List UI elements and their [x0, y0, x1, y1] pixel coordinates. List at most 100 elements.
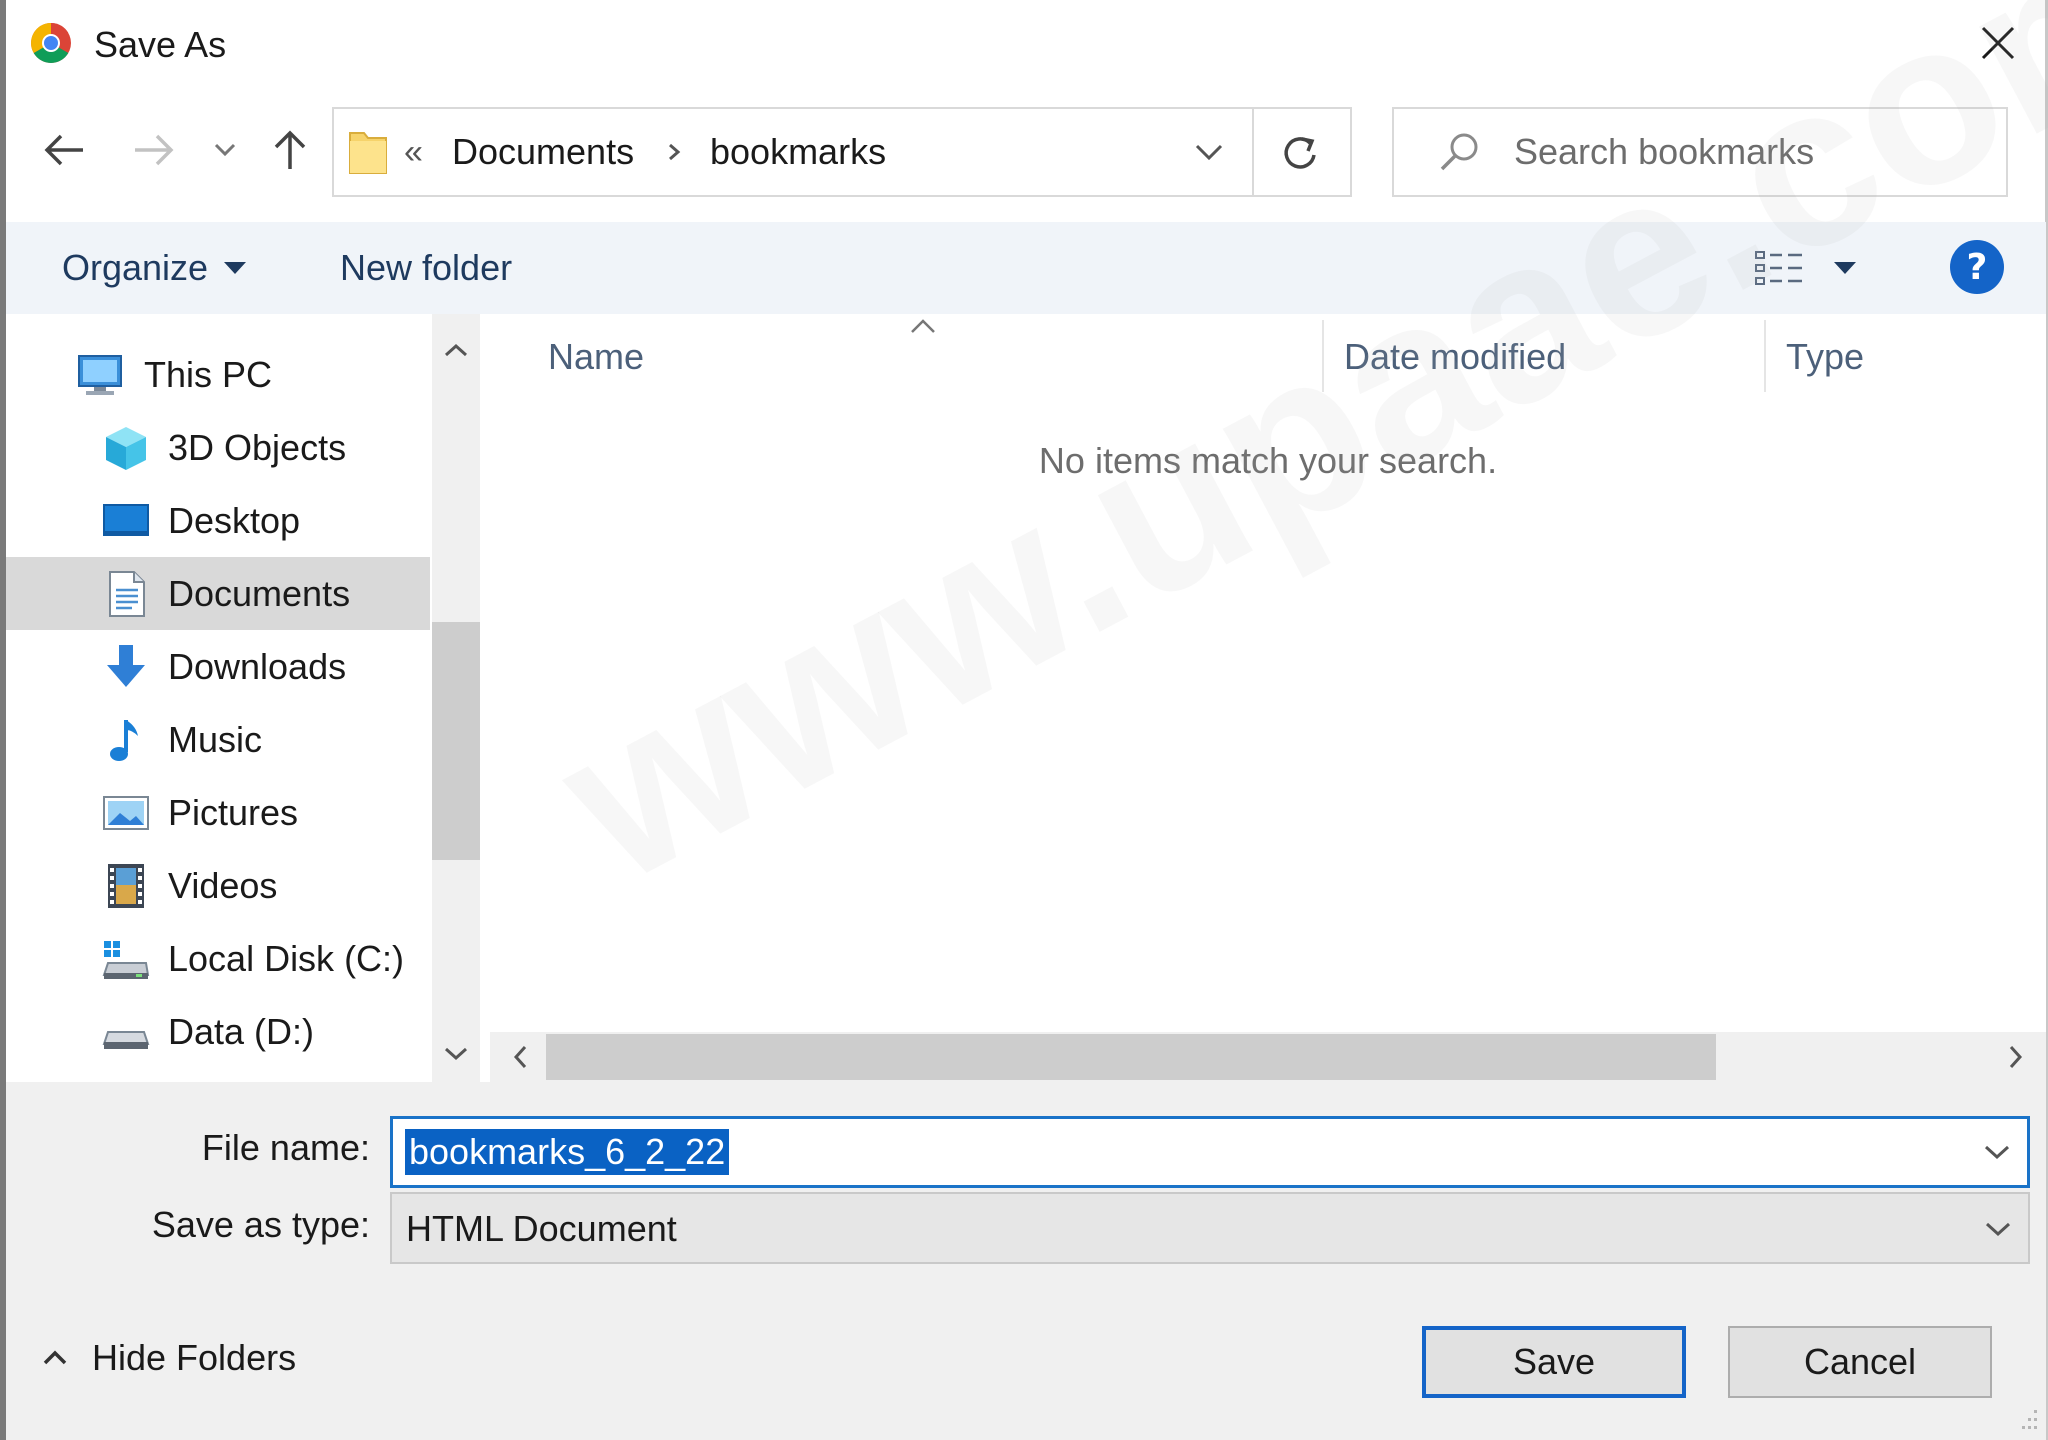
tree-label: Videos	[168, 864, 278, 906]
back-button[interactable]	[36, 122, 92, 178]
chevron-down-icon	[1195, 144, 1223, 161]
scrollbar-thumb[interactable]	[432, 622, 480, 860]
navigation-pane: This PC 3D Objects Desktop Documents Dow…	[6, 314, 482, 1082]
tree-item-videos[interactable]: Videos	[6, 849, 430, 922]
save-as-type-dropdown[interactable]	[1976, 1206, 2020, 1252]
tree-item-this-pc[interactable]: This PC	[6, 338, 430, 411]
folder-icon	[349, 132, 387, 174]
refresh-button[interactable]	[1270, 125, 1330, 181]
file-name-field[interactable]: bookmarks_6_2_22	[390, 1116, 2030, 1188]
tree-label: Music	[168, 718, 263, 760]
tree-item-data-d[interactable]: Data (D:)	[6, 995, 430, 1068]
tree-label: Data (D:)	[168, 1010, 315, 1052]
empty-list-message: No items match your search.	[1038, 440, 1498, 481]
scroll-up-button[interactable]	[432, 330, 480, 370]
file-name-label: File name:	[201, 1127, 370, 1168]
refresh-icon	[1284, 137, 1316, 169]
search-icon	[1440, 133, 1478, 171]
chevron-up-icon	[43, 1350, 67, 1365]
hide-folders-label: Hide Folders	[92, 1337, 297, 1378]
tree-label: Desktop	[168, 499, 301, 541]
tree-item-desktop[interactable]: Desktop	[6, 484, 430, 557]
downloads-icon	[107, 644, 145, 687]
videos-icon	[108, 863, 144, 908]
file-name-dropdown[interactable]	[1975, 1129, 2019, 1175]
address-history-dropdown[interactable]	[1184, 129, 1234, 175]
scrollbar-thumb[interactable]	[546, 1034, 1716, 1080]
chrome-app-icon	[31, 23, 71, 63]
chevron-right-icon	[669, 143, 681, 161]
window-title: Save As	[94, 24, 227, 65]
chevron-down-icon	[214, 143, 236, 157]
search-box[interactable]	[1392, 107, 2008, 197]
column-header-date-modified[interactable]: Date modified	[1344, 334, 1566, 380]
save-as-type-label: Save as type:	[151, 1204, 370, 1245]
documents-icon	[109, 570, 145, 617]
desktop-icon	[103, 503, 149, 536]
computer-icon	[78, 354, 122, 395]
address-overflow-chevron[interactable]: «	[404, 129, 423, 175]
chevron-left-icon	[513, 1045, 527, 1069]
details-view-icon	[1755, 251, 1802, 285]
save-as-type-select[interactable]: HTML Document	[390, 1192, 2030, 1264]
chevron-up-icon	[444, 343, 468, 357]
tree-item-3d-objects[interactable]: 3D Objects	[6, 411, 430, 484]
resize-grip-icon[interactable]	[2016, 1402, 2040, 1432]
view-options-button[interactable]	[1754, 240, 1864, 296]
hide-folders-button[interactable]: Hide Folders	[42, 1332, 296, 1384]
chevron-down-icon	[1984, 1145, 2010, 1160]
address-divider	[1252, 109, 1254, 195]
address-bar[interactable]: « Documents bookmarks	[332, 107, 1352, 197]
file-list-pane: Name Date modified Type No items match y…	[490, 314, 2046, 1082]
up-button[interactable]	[262, 122, 318, 178]
help-button[interactable]: ?	[1950, 240, 2004, 294]
save-as-dialog: Save As « Documents bookmarks Search boo…	[0, 0, 2048, 1440]
search-input[interactable]	[1514, 127, 1984, 177]
command-toolbar: Organize New folder ?	[6, 222, 2046, 314]
arrow-left-icon	[44, 134, 83, 166]
nav-pane-vertical-scrollbar[interactable]	[432, 314, 480, 1082]
save-button[interactable]: Save	[1422, 1326, 1686, 1398]
drive-icon	[102, 1030, 150, 1049]
save-as-type-value: HTML Document	[406, 1208, 677, 1249]
file-name-value[interactable]: bookmarks_6_2_22	[405, 1129, 730, 1175]
scroll-left-button[interactable]	[500, 1037, 540, 1077]
3d-objects-icon	[106, 426, 146, 470]
tree-label: Downloads	[168, 645, 347, 687]
music-icon	[110, 719, 138, 761]
breadcrumb-bookmarks[interactable]: bookmarks	[710, 129, 886, 175]
local-disk-icon	[102, 940, 150, 979]
chevron-down-icon	[1985, 1222, 2011, 1237]
new-folder-button[interactable]: New folder	[340, 242, 512, 294]
tree-item-downloads[interactable]: Downloads	[6, 630, 430, 703]
arrow-up-icon	[274, 130, 306, 169]
sort-ascending-icon	[911, 319, 935, 333]
tree-label: 3D Objects	[168, 426, 347, 468]
column-header-type[interactable]: Type	[1786, 334, 1864, 380]
close-icon	[1981, 26, 2015, 60]
pictures-icon	[103, 795, 149, 830]
chevron-down-icon	[444, 1047, 468, 1061]
arrow-right-icon	[135, 134, 174, 166]
tree-item-local-disk-c[interactable]: Local Disk (C:)	[6, 922, 430, 995]
forward-button[interactable]	[126, 122, 182, 178]
tree-item-pictures[interactable]: Pictures	[6, 776, 430, 849]
breadcrumb-documents[interactable]: Documents	[452, 129, 634, 175]
column-header-name[interactable]: Name	[548, 334, 644, 380]
organize-menu-button[interactable]: Organize	[62, 242, 247, 294]
tree-label: Documents	[168, 572, 351, 614]
tree-label: Local Disk (C:)	[168, 937, 405, 979]
recent-locations-button[interactable]	[200, 122, 250, 178]
column-divider[interactable]	[1764, 320, 1766, 392]
scroll-down-button[interactable]	[432, 1034, 480, 1074]
tree-item-documents[interactable]: Documents	[6, 557, 430, 630]
close-button[interactable]	[1968, 18, 2028, 68]
cancel-button[interactable]: Cancel	[1728, 1326, 1992, 1398]
scroll-right-button[interactable]	[1996, 1037, 2036, 1077]
tree-item-music[interactable]: Music	[6, 703, 430, 776]
save-form-panel: File name: bookmarks_6_2_22 Save as type…	[6, 1082, 2046, 1440]
file-list-horizontal-scrollbar[interactable]	[490, 1032, 2046, 1082]
caret-down-icon	[1834, 262, 1856, 274]
column-divider[interactable]	[1322, 320, 1324, 392]
breadcrumb-separator[interactable]	[666, 129, 682, 189]
